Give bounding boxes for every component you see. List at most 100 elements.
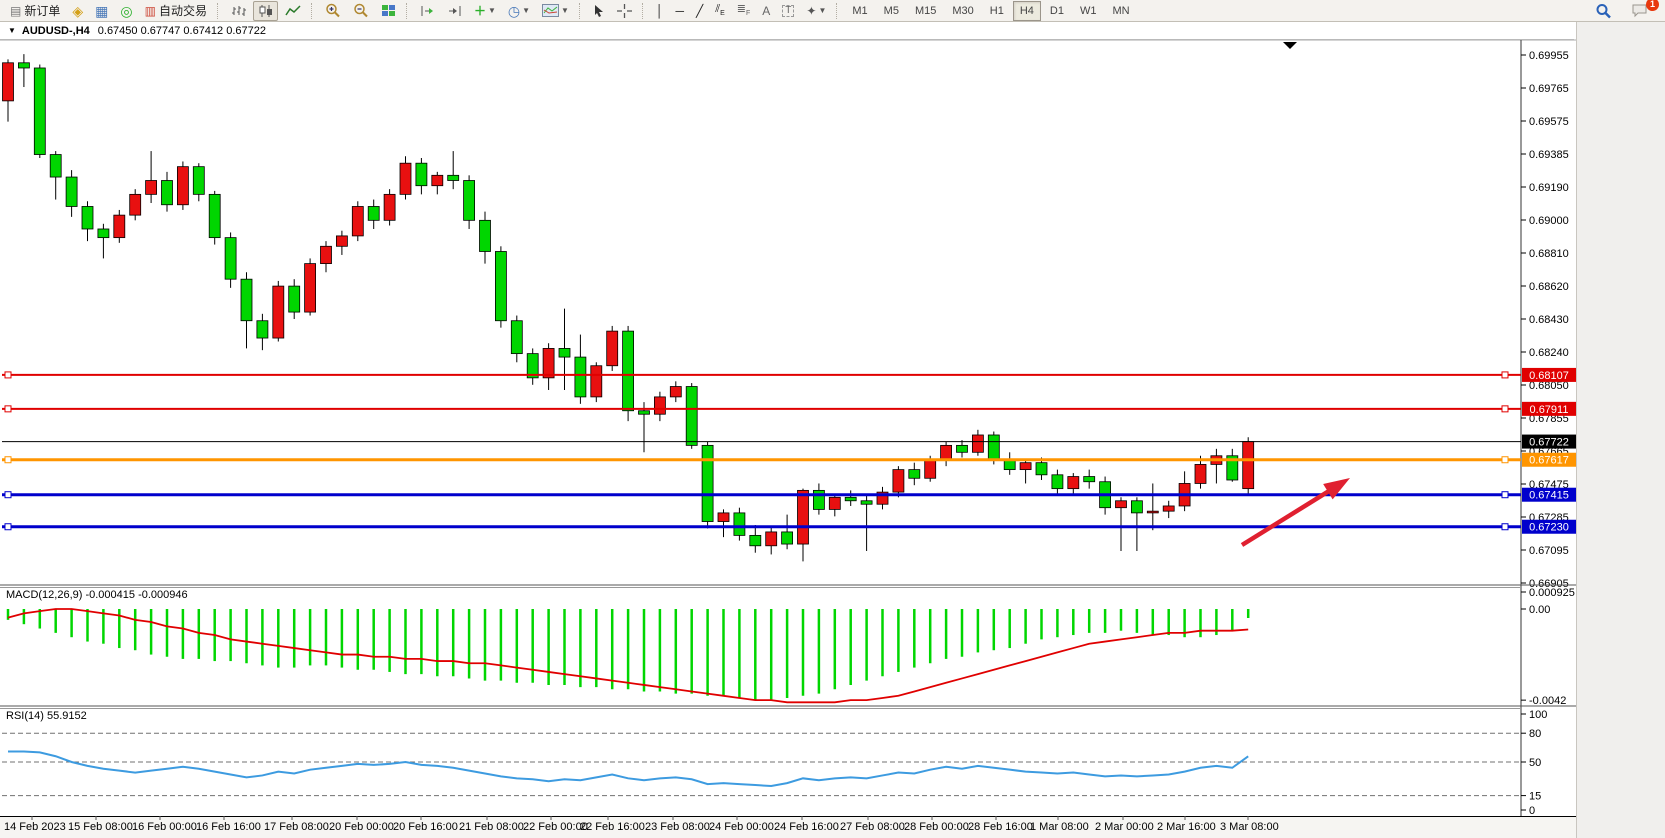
candle-7 bbox=[114, 210, 125, 243]
line-handle[interactable] bbox=[5, 524, 11, 530]
timeframe-button-H4[interactable]: H4 bbox=[1013, 1, 1041, 21]
tile-windows-button[interactable] bbox=[376, 1, 401, 21]
timeframe-button-D1[interactable]: D1 bbox=[1043, 1, 1071, 21]
horizontal-line-button[interactable]: ─ bbox=[670, 1, 689, 21]
signals-button[interactable]: ◎ bbox=[115, 1, 137, 21]
macd-tick-label: 0.00 bbox=[1529, 604, 1550, 616]
line-handle[interactable] bbox=[5, 492, 11, 498]
tile-windows-icon bbox=[381, 4, 396, 18]
rsi-tick-label: 100 bbox=[1529, 709, 1547, 721]
cursor-button[interactable] bbox=[588, 1, 610, 21]
chart-ohlc-values: 0.67450 0.67747 0.67412 0.67722 bbox=[98, 25, 266, 37]
trendline-icon: ╱ bbox=[696, 5, 703, 17]
date-tick-label: 14 Feb 2023 bbox=[4, 821, 66, 833]
zoom-in-button[interactable] bbox=[320, 1, 346, 21]
timeframe-button-MN[interactable]: MN bbox=[1105, 1, 1136, 21]
candlestick-chart-button[interactable] bbox=[253, 1, 278, 21]
date-tick-label: 28 Feb 00:00 bbox=[904, 821, 969, 833]
text-label-button[interactable]: T bbox=[777, 1, 799, 21]
price-tick-label: 0.69190 bbox=[1529, 182, 1569, 194]
date-tick-label: 2 Mar 16:00 bbox=[1157, 821, 1216, 833]
chevron-down-icon: ▼ bbox=[522, 6, 530, 15]
price-label-text: 0.67617 bbox=[1529, 455, 1569, 467]
line-handle[interactable] bbox=[5, 457, 11, 463]
zoom-out-icon bbox=[353, 3, 369, 18]
crosshair-icon bbox=[617, 4, 632, 18]
chart-canvas[interactable]: 0.699550.697650.695750.693850.691900.690… bbox=[0, 0, 1665, 838]
rsi-tick-label: 0 bbox=[1529, 805, 1535, 817]
search-button[interactable] bbox=[1590, 1, 1617, 21]
candle-19 bbox=[305, 258, 316, 315]
toolbar-right-group: 1 bbox=[1589, 1, 1655, 21]
rsi-tick-label: 15 bbox=[1529, 791, 1541, 803]
price-tick-label: 0.67095 bbox=[1529, 545, 1569, 557]
date-tick-label: 20 Feb 16:00 bbox=[393, 821, 458, 833]
price-tick-label: 0.68240 bbox=[1529, 347, 1569, 359]
chart-title-bar[interactable]: ▼ AUDUSD-,H4 0.67450 0.67747 0.67412 0.6… bbox=[0, 22, 1574, 40]
line-chart-button[interactable] bbox=[280, 1, 306, 21]
price-label-text: 0.67415 bbox=[1529, 490, 1569, 502]
line-handle[interactable] bbox=[1502, 492, 1508, 498]
charts-button[interactable]: ◈ bbox=[67, 1, 88, 21]
text-button[interactable]: A bbox=[757, 1, 775, 21]
new-order-button[interactable]: ▤ 新订单 bbox=[5, 1, 65, 21]
bar-chart-button[interactable] bbox=[226, 1, 251, 21]
timeframe-button-H1[interactable]: H1 bbox=[983, 1, 1011, 21]
chart-symbol-period: AUDUSD-,H4 bbox=[22, 25, 90, 37]
trendline-button[interactable]: ╱ bbox=[691, 1, 708, 21]
chevron-down-icon: ▼ bbox=[818, 6, 826, 15]
date-tick-label: 27 Feb 08:00 bbox=[840, 821, 905, 833]
vertical-line-button[interactable]: │ bbox=[651, 1, 669, 21]
timeframe-button-W1[interactable]: W1 bbox=[1073, 1, 1104, 21]
date-tick-label: 15 Feb 08:00 bbox=[68, 821, 133, 833]
auto-scroll-icon bbox=[420, 4, 435, 18]
new-order-icon: ▤ bbox=[10, 5, 21, 17]
auto-scroll-button[interactable] bbox=[415, 1, 440, 21]
zoom-in-icon bbox=[325, 3, 341, 18]
price-label-text: 0.68107 bbox=[1529, 370, 1569, 382]
macd-indicator-label: MACD(12,26,9) -0.000415 -0.000946 bbox=[6, 589, 188, 601]
templates-button[interactable]: ▼ bbox=[537, 1, 574, 21]
candle-38 bbox=[607, 326, 618, 371]
line-handle[interactable] bbox=[1502, 457, 1508, 463]
candle-13 bbox=[209, 191, 220, 245]
channel-button[interactable]: ⫽E bbox=[710, 1, 730, 21]
timeframe-button-M5[interactable]: M5 bbox=[877, 1, 906, 21]
price-tick-label: 0.69955 bbox=[1529, 50, 1569, 62]
date-tick-label: 23 Feb 08:00 bbox=[645, 821, 710, 833]
timeframe-button-M15[interactable]: M15 bbox=[908, 1, 943, 21]
auto-trading-button[interactable]: ▥ 自动交易 bbox=[140, 1, 212, 21]
indicators-button[interactable]: ＋▼ bbox=[469, 1, 501, 21]
fibonacci-button[interactable]: ≣F bbox=[732, 1, 756, 21]
chart-shift-button[interactable] bbox=[442, 1, 467, 21]
new-order-label: 新订单 bbox=[24, 2, 60, 19]
line-handle[interactable] bbox=[1502, 372, 1508, 378]
notifications-button[interactable]: 1 bbox=[1626, 1, 1654, 21]
channel-icon: ⫽E bbox=[715, 4, 725, 17]
candle-46 bbox=[734, 508, 745, 541]
periods-button[interactable]: ◷▼ bbox=[503, 1, 535, 21]
arrows-button[interactable]: ✦▼ bbox=[801, 1, 831, 21]
line-handle[interactable] bbox=[5, 406, 11, 412]
toolbar-separator bbox=[642, 3, 646, 19]
candle-39 bbox=[623, 326, 634, 421]
price-tick-label: 0.68810 bbox=[1529, 248, 1569, 260]
timeframe-button-M1[interactable]: M1 bbox=[845, 1, 874, 21]
timeframe-button-M30[interactable]: M30 bbox=[945, 1, 980, 21]
crosshair-button[interactable] bbox=[612, 1, 637, 21]
search-icon bbox=[1595, 3, 1612, 19]
candle-24 bbox=[384, 189, 395, 225]
date-tick-label: 24 Feb 16:00 bbox=[774, 821, 839, 833]
market-watch-icon: ▦ bbox=[95, 4, 108, 18]
toolbar-separator bbox=[579, 3, 583, 19]
date-tick-label: 16 Feb 16:00 bbox=[196, 821, 261, 833]
line-handle[interactable] bbox=[1502, 524, 1508, 530]
text-icon: A bbox=[762, 5, 770, 17]
date-tick-label: 17 Feb 08:00 bbox=[264, 821, 329, 833]
line-handle[interactable] bbox=[1502, 406, 1508, 412]
candle-78 bbox=[1243, 437, 1254, 495]
market-watch-button[interactable]: ▦ bbox=[90, 1, 113, 21]
zoom-out-button[interactable] bbox=[348, 1, 374, 21]
line-handle[interactable] bbox=[5, 372, 11, 378]
fibonacci-icon: ≣F bbox=[737, 4, 751, 17]
